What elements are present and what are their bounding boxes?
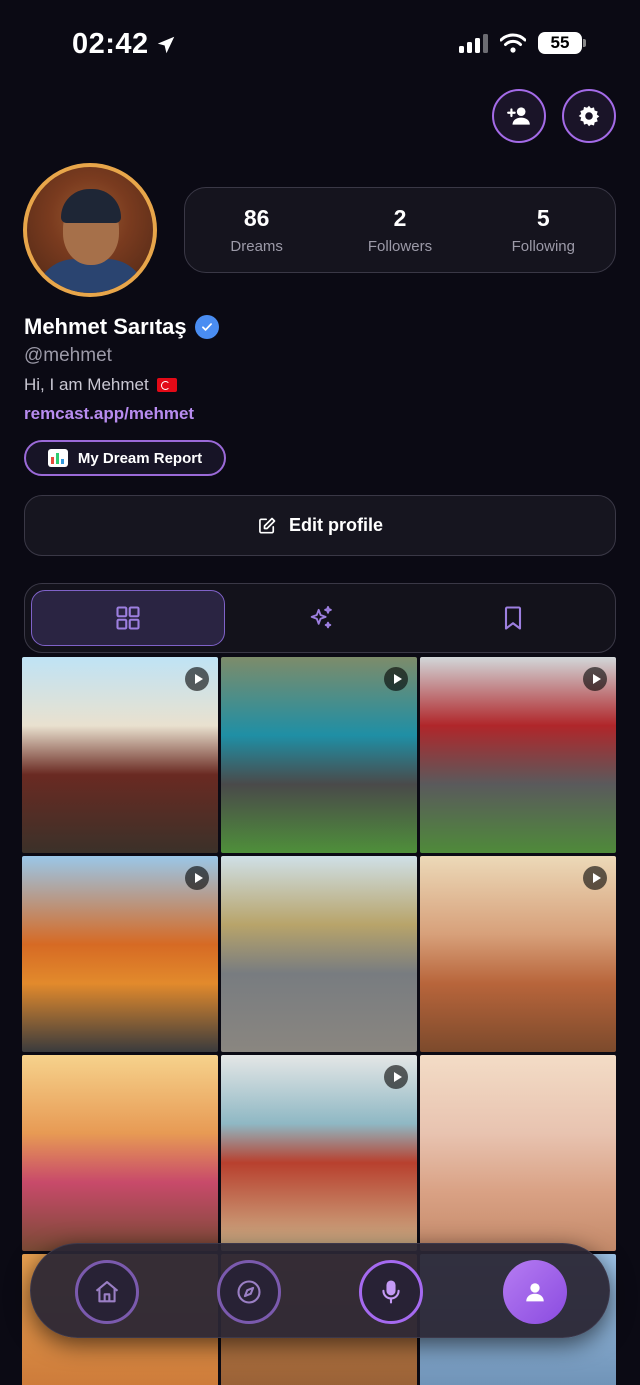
- nav-home-button[interactable]: [75, 1260, 139, 1324]
- battery-icon: 55: [538, 32, 586, 54]
- status-indicators: 55: [459, 32, 586, 54]
- add-friend-button[interactable]: [492, 89, 546, 143]
- avatar[interactable]: [23, 163, 157, 297]
- dream-tile[interactable]: [221, 1055, 417, 1251]
- tab-saved[interactable]: [417, 590, 609, 646]
- gear-icon: [578, 105, 600, 127]
- stat-label: Dreams: [230, 238, 283, 255]
- stat-label: Following: [511, 238, 575, 255]
- stat-label: Followers: [367, 238, 433, 255]
- dream-report-label: My Dream Report: [77, 449, 203, 467]
- wifi-icon: [500, 33, 526, 53]
- dream-tile[interactable]: [420, 657, 616, 853]
- mic-icon: [382, 1280, 400, 1304]
- status-time-text: 02:42: [72, 28, 149, 60]
- dream-report-button[interactable]: My Dream Report: [24, 440, 226, 476]
- edit-profile-label: Edit profile: [289, 515, 383, 535]
- edit-icon: [259, 517, 276, 533]
- bookmark-icon: [504, 606, 522, 630]
- profile-handle: @mehmet: [24, 345, 112, 366]
- home-icon: [95, 1281, 119, 1303]
- stat-followers[interactable]: 2 Followers: [328, 188, 471, 272]
- dream-tile[interactable]: [420, 1055, 616, 1251]
- profile-stats: 86 Dreams 2 Followers 5 Following: [184, 187, 616, 273]
- profile-name-row: Mehmet Sarıtaş: [24, 314, 219, 340]
- play-icon: [185, 667, 209, 691]
- location-arrow-icon: [157, 36, 174, 53]
- play-icon: [583, 667, 607, 691]
- bar-chart-icon: [47, 449, 68, 467]
- stat-following[interactable]: 5 Following: [472, 188, 615, 272]
- grid-icon: [116, 606, 140, 630]
- dream-tile[interactable]: [420, 856, 616, 1052]
- compass-icon: [237, 1280, 261, 1304]
- play-icon: [384, 1065, 408, 1089]
- nav-record-button[interactable]: [359, 1260, 423, 1324]
- play-icon: [583, 866, 607, 890]
- tab-grid[interactable]: [31, 590, 225, 646]
- dream-tile[interactable]: [22, 657, 218, 853]
- nav-profile-button[interactable]: [503, 1260, 567, 1324]
- profile-bio: Hi, I am Mehmet: [24, 375, 177, 395]
- stat-value: 86: [243, 205, 270, 231]
- dream-tile[interactable]: [221, 657, 417, 853]
- profile-name: Mehmet Sarıtaş: [24, 314, 187, 339]
- bottom-nav: [30, 1243, 610, 1338]
- stat-value: 5: [536, 205, 550, 231]
- status-bar: 02:42 55: [0, 0, 640, 90]
- verified-badge-icon: [194, 315, 219, 339]
- nav-explore-button[interactable]: [217, 1260, 281, 1324]
- content-tabs: [24, 583, 616, 653]
- sparkles-icon: [310, 605, 332, 629]
- tab-featured[interactable]: [225, 590, 417, 646]
- profile-bio-text: Hi, I am Mehmet: [24, 375, 149, 394]
- cellular-signal-icon: [459, 33, 488, 53]
- edit-profile-button[interactable]: Edit profile: [24, 495, 616, 556]
- play-icon: [384, 667, 408, 691]
- stat-value: 2: [393, 205, 407, 231]
- dream-tile[interactable]: [22, 856, 218, 1052]
- dream-tile[interactable]: [22, 1055, 218, 1251]
- profile-icon: [526, 1283, 544, 1302]
- stat-dreams[interactable]: 86 Dreams: [185, 188, 328, 272]
- settings-button[interactable]: [562, 89, 616, 143]
- play-icon: [185, 866, 209, 890]
- status-time: 02:42: [72, 28, 177, 61]
- turkey-flag-icon: [156, 378, 177, 392]
- add-user-icon: [507, 107, 530, 125]
- dream-tile[interactable]: [221, 856, 417, 1052]
- profile-link[interactable]: remcast.app/mehmet: [24, 404, 194, 424]
